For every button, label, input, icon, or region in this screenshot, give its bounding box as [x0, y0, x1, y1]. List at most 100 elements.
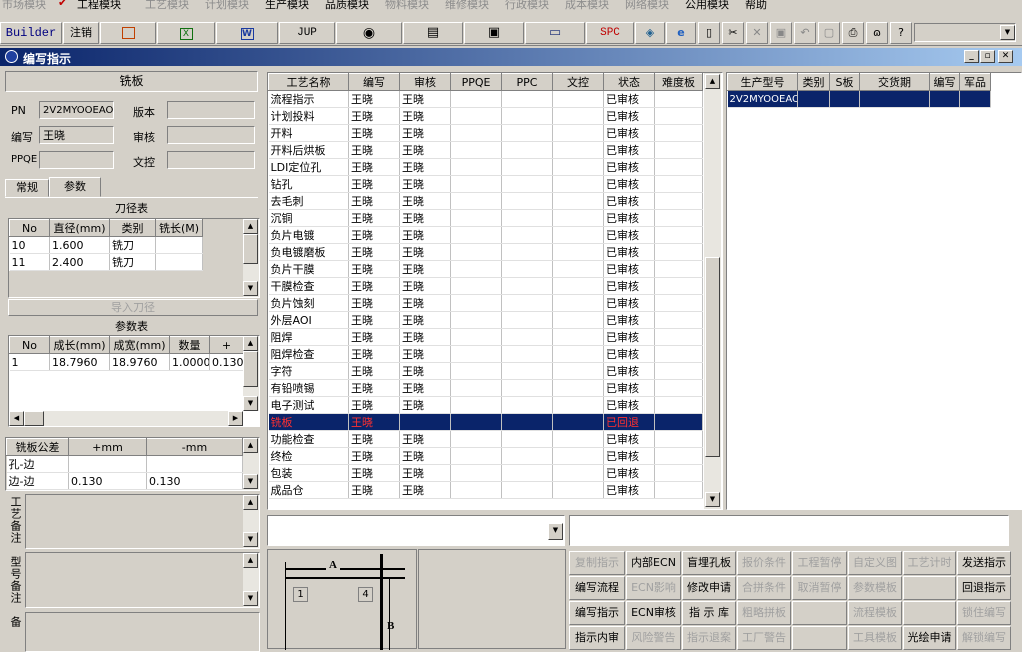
view-button[interactable]: ◉	[336, 22, 402, 44]
scroll-up-icon[interactable]: ▲	[243, 336, 258, 351]
col-delivery[interactable]: 交货期	[859, 73, 930, 91]
table-row[interactable]: 外层AOI 王晓 王晓 已审核	[268, 311, 703, 329]
table-row[interactable]: 有铅喷锡 王晓 王晓 已审核	[268, 379, 703, 397]
scroll-thumb[interactable]	[243, 351, 258, 387]
action-button[interactable]: 工具模板	[848, 626, 902, 650]
find-button[interactable]: ɷ	[866, 22, 888, 44]
menu-quality[interactable]: 品质模块	[325, 0, 369, 12]
word-button[interactable]: W	[216, 22, 278, 44]
action-button[interactable]	[903, 601, 956, 625]
action-button[interactable]	[792, 601, 847, 625]
remark-input[interactable]	[569, 515, 1009, 546]
scroll-up-icon[interactable]: ▲	[243, 495, 258, 510]
network-button[interactable]: ▣	[464, 22, 524, 44]
database-button[interactable]: ▤	[403, 22, 463, 44]
table-row[interactable]: 负片干膜 王晓 王晓 已审核	[268, 260, 703, 278]
menu-material[interactable]: 物料模块	[385, 0, 429, 12]
process-notes-field[interactable]: ▲ ▼	[25, 494, 260, 549]
import-tool-button[interactable]: 导入刀径	[8, 299, 258, 316]
save-button[interactable]: ▣	[770, 22, 792, 44]
col-military[interactable]: 军品	[959, 73, 991, 91]
delete-button[interactable]: ✕	[746, 22, 768, 44]
menu-market[interactable]: 市场模块	[2, 0, 46, 12]
col-ppc[interactable]: PPC	[501, 73, 553, 91]
tolerance-col-plus[interactable]: +mm	[68, 438, 147, 456]
tool-table-scrollbar[interactable]: ▲ ▼	[243, 219, 259, 297]
action-button[interactable]: 指 示 库	[682, 601, 736, 625]
scroll-up-icon[interactable]: ▲	[243, 553, 258, 568]
param-col-width[interactable]: 成宽(mm)	[109, 336, 170, 354]
param-col-plus[interactable]: +	[209, 336, 244, 354]
menu-process[interactable]: 工艺模块	[145, 0, 189, 12]
scroll-up-icon[interactable]: ▲	[243, 219, 258, 234]
table-row[interactable]: 终检 王晓 王晓 已审核	[268, 447, 703, 465]
scroll-up-icon[interactable]: ▲	[243, 438, 258, 453]
col-model[interactable]: 生产型号	[727, 73, 798, 91]
param-col-qty[interactable]: 数量	[169, 336, 210, 354]
reviewer-field[interactable]	[167, 126, 255, 144]
logout-button[interactable]: 注销	[63, 22, 99, 44]
action-button[interactable]: 编写指示	[569, 601, 625, 625]
action-button[interactable]: 锁住编写	[957, 601, 1011, 625]
tool-col-diameter[interactable]: 直径(mm)	[49, 219, 110, 237]
col-doc-control[interactable]: 文控	[552, 73, 604, 91]
action-button[interactable]: 修改申请	[682, 576, 736, 600]
action-button[interactable]: 光绘申请	[903, 626, 956, 650]
action-button[interactable]: 参数模板	[848, 576, 902, 600]
refresh-button[interactable]: ◈	[635, 22, 665, 44]
spc-button[interactable]: SPC	[586, 22, 634, 44]
col-status[interactable]: 状态	[603, 73, 655, 91]
browser-button[interactable]: e	[666, 22, 696, 44]
table-row[interactable]: 开料后烘板 王晓 王晓 已审核	[268, 141, 703, 159]
table-row[interactable]: 边-边 0.130 0.130	[6, 472, 243, 490]
action-button[interactable]: ECN审核	[626, 601, 681, 625]
tab-general[interactable]: 常规	[5, 179, 49, 197]
table-row[interactable]: 包装 王晓 王晓 已审核	[268, 464, 703, 482]
menu-public[interactable]: 公用模块	[685, 0, 729, 12]
action-button[interactable]: 发送指示	[957, 551, 1011, 575]
action-button[interactable]: 工厂警告	[737, 626, 791, 650]
table-row[interactable]: 成品仓 王晓 王晓 已审核	[268, 481, 703, 499]
param-col-length[interactable]: 成长(mm)	[49, 336, 110, 354]
action-button[interactable]: 流程模板	[848, 601, 902, 625]
scroll-thumb[interactable]	[705, 257, 720, 457]
action-button[interactable]: 取消暂停	[792, 576, 847, 600]
restore-button[interactable]: ▫	[980, 50, 995, 63]
tolerance-scrollbar[interactable]: ▲ ▼	[243, 438, 259, 490]
version-field[interactable]	[167, 101, 255, 119]
table-row[interactable]: 开料 王晓 王晓 已审核	[268, 124, 703, 142]
action-button[interactable]: 解锁编写	[957, 626, 1011, 650]
col-reviewer[interactable]: 审核	[399, 73, 451, 91]
writer-field[interactable]: 王晓	[39, 126, 114, 144]
scroll-right-icon[interactable]: ▶	[228, 411, 243, 426]
menu-cost[interactable]: 成本模块	[565, 0, 609, 12]
col-ppqe[interactable]: PPQE	[450, 73, 502, 91]
process-input[interactable]: ▼	[267, 515, 565, 546]
help-button[interactable]: ?	[890, 22, 912, 44]
scroll-down-icon[interactable]: ▼	[243, 396, 258, 411]
action-button[interactable]: 复制指示	[569, 551, 625, 575]
table-row[interactable]: 干膜检查 王晓 王晓 已审核	[268, 277, 703, 295]
scroll-left-icon[interactable]: ◀	[9, 411, 24, 426]
action-button[interactable]: 内部ECN	[626, 551, 681, 575]
action-button[interactable]: 报价条件	[737, 551, 791, 575]
action-button[interactable]: ECN影响	[626, 576, 681, 600]
table-row[interactable]: 负电镀磨板 王晓 王晓 已审核	[268, 243, 703, 261]
order-notes-field[interactable]	[25, 612, 260, 652]
scroll-up-icon[interactable]: ▲	[705, 74, 720, 89]
ppqe-field[interactable]	[39, 151, 114, 169]
menu-engineering[interactable]: 工程模块	[77, 0, 121, 12]
chevron-down-icon[interactable]: ▼	[1000, 25, 1015, 40]
action-button[interactable]: 工程暂停	[792, 551, 847, 575]
table-row[interactable]: 钻孔 王晓 王晓 已审核	[268, 175, 703, 193]
tool-col-length[interactable]: 铣长(M)	[155, 219, 203, 237]
table-row[interactable]: 字符 王晓 王晓 已审核	[268, 362, 703, 380]
tool-col-no[interactable]: No	[9, 219, 50, 237]
menu-admin[interactable]: 行政模块	[505, 0, 549, 12]
doc-control-field[interactable]	[167, 151, 255, 169]
new-button[interactable]: ▯	[698, 22, 720, 44]
action-button[interactable]: 粗略拼板	[737, 601, 791, 625]
table-row[interactable]: 沉铜 王晓 王晓 已审核	[268, 209, 703, 227]
minimize-button[interactable]: _	[964, 50, 979, 63]
table-row[interactable]: 1 18.7960 18.9760 1.0000 0.130	[9, 353, 244, 371]
